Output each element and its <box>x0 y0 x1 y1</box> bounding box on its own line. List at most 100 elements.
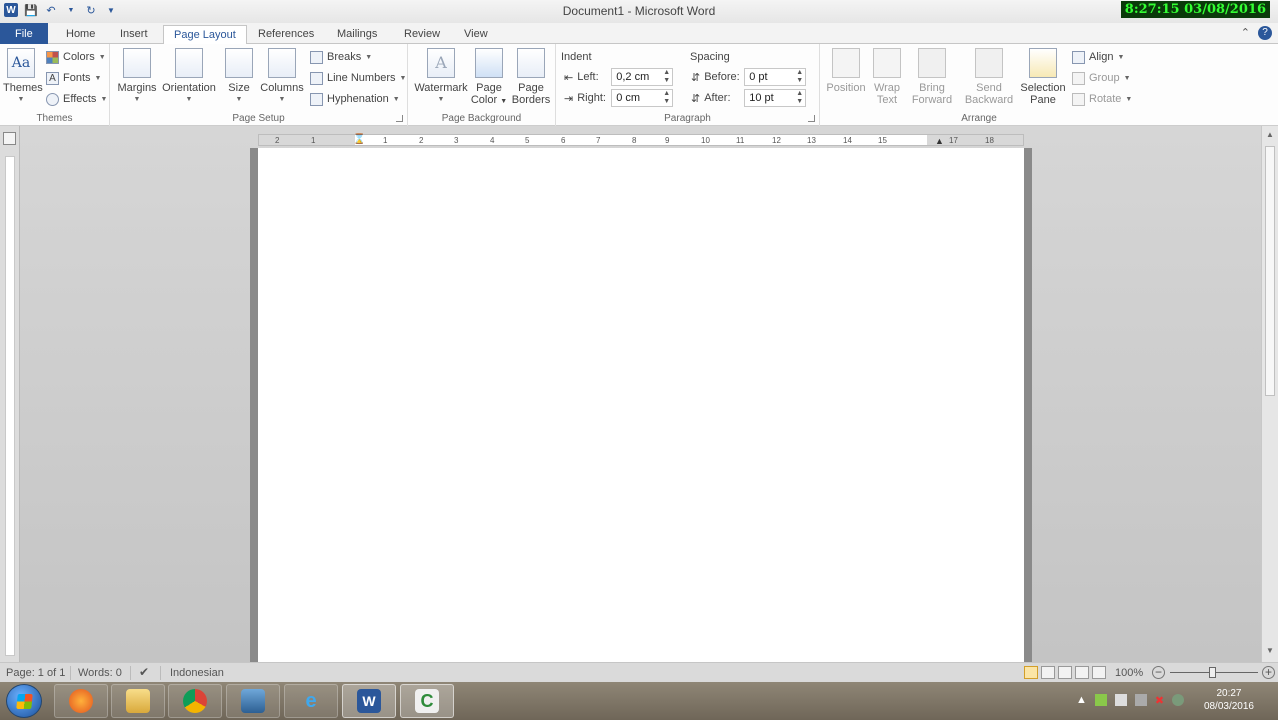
ruler-tick: 2 <box>419 136 424 145</box>
spacing-before-input[interactable]: 0 pt ▲ ▼ <box>744 68 807 86</box>
tray-extra-icon[interactable] <box>1172 694 1185 706</box>
horizontal-ruler[interactable]: 2 1 ⌛ 1 2 3 4 5 6 7 8 9 10 11 12 13 14 1… <box>258 134 1024 146</box>
chrome-icon <box>183 689 207 713</box>
orientation-button[interactable]: Orientation ▼ <box>160 48 218 106</box>
taskbar-camtasia[interactable]: C <box>400 684 454 718</box>
ruler-tick: 4 <box>490 136 495 145</box>
spacing-before-icon: ⇵ <box>691 71 701 84</box>
page-count[interactable]: Page: 1 of 1 <box>6 667 65 679</box>
wrap-text-button[interactable]: Wrap Text <box>870 48 904 106</box>
spinner-icon[interactable]: ▲ ▼ <box>796 69 803 85</box>
scroll-down-icon[interactable]: ▼ <box>1265 646 1275 656</box>
zoom-out-icon[interactable]: − <box>1152 666 1165 679</box>
margins-button[interactable]: Margins ▼ <box>116 48 158 106</box>
paragraph-dialog-launcher[interactable] <box>808 115 815 122</box>
draft-view-icon[interactable] <box>1092 666 1106 679</box>
page-borders-icon <box>517 48 545 78</box>
show-hidden-icons-icon[interactable]: ▲ <box>1076 694 1087 707</box>
volume-muted-icon[interactable]: ✖ <box>1155 694 1164 707</box>
ruler-tick: 2 <box>275 136 280 145</box>
rotate-button[interactable]: Rotate ▼ <box>1072 90 1132 108</box>
tab-file[interactable]: File <box>0 23 48 44</box>
print-layout-view-icon[interactable] <box>1024 666 1038 679</box>
outline-view-icon[interactable] <box>1075 666 1089 679</box>
position-button[interactable]: Position <box>824 48 868 94</box>
spacing-after-input[interactable]: 10 pt ▲ ▼ <box>744 89 807 107</box>
page-setup-dialog-launcher[interactable] <box>396 115 403 122</box>
selection-pane-button[interactable]: Selection Pane <box>1018 48 1068 106</box>
taskbar-file-explorer[interactable] <box>111 684 165 718</box>
size-button[interactable]: Size ▼ <box>224 48 254 106</box>
tab-references[interactable]: References <box>248 25 324 44</box>
window-title: Document1 - Microsoft Word <box>562 4 716 18</box>
spinner-icon[interactable]: ▲ ▼ <box>663 90 670 106</box>
start-button[interactable] <box>6 684 42 718</box>
theme-fonts-button[interactable]: A Fonts ▼ <box>46 69 101 87</box>
network-icon[interactable] <box>1134 694 1147 706</box>
columns-button[interactable]: Columns ▼ <box>259 48 305 106</box>
taskbar-date: 08/03/2016 <box>1203 701 1254 712</box>
indent-right-input[interactable]: 0 cm ▲ ▼ <box>611 89 674 107</box>
chevron-down-icon: ▼ <box>185 96 193 103</box>
line-numbers-button[interactable]: Line Numbers ▼ <box>310 69 406 87</box>
ruler-tick: 1 <box>383 136 388 145</box>
spacing-after-icon: ⇵ <box>691 92 701 105</box>
tab-selector[interactable] <box>3 132 16 145</box>
group-button[interactable]: Group ▼ <box>1072 69 1131 87</box>
tab-review[interactable]: Review <box>394 25 450 44</box>
page-borders-button[interactable]: Page Borders <box>510 48 552 106</box>
hyphenation-button[interactable]: Hyphenation ▼ <box>310 90 400 108</box>
zoom-in-icon[interactable]: + <box>1262 666 1275 679</box>
indent-left-input[interactable]: 0,2 cm ▲ ▼ <box>611 68 674 86</box>
ruler-tick: 5 <box>525 136 530 145</box>
bring-forward-button[interactable]: Bring Forward <box>906 48 958 106</box>
chevron-down-icon: ▼ <box>17 96 25 103</box>
overlay-clock: 8:27:15 03/08/2016 <box>1120 1 1270 18</box>
tab-mailings[interactable]: Mailings <box>327 25 387 44</box>
language-indicator[interactable]: Indonesian <box>170 667 224 679</box>
tab-home[interactable]: Home <box>56 25 105 44</box>
tab-insert[interactable]: Insert <box>110 25 158 44</box>
tab-page-layout[interactable]: Page Layout <box>163 25 247 45</box>
send-backward-icon <box>975 48 1003 78</box>
align-button[interactable]: Align ▼ <box>1072 48 1124 66</box>
group-label-arrange: Arrange <box>961 113 997 124</box>
taskbar-internet-explorer[interactable]: e <box>284 684 338 718</box>
theme-colors-button[interactable]: Colors ▼ <box>46 48 106 66</box>
indent-marker-icon[interactable]: ⌛ <box>353 134 365 145</box>
scroll-up-icon[interactable]: ▲ <box>1265 130 1275 140</box>
taskbar-clock[interactable]: 20:27 08/03/2016 <box>1204 687 1254 713</box>
web-layout-view-icon[interactable] <box>1058 666 1072 679</box>
theme-effects-button[interactable]: Effects ▼ <box>46 90 107 108</box>
spinner-icon[interactable]: ▲ ▼ <box>663 69 670 85</box>
help-icon[interactable]: ? <box>1258 26 1272 40</box>
scrollbar-thumb[interactable] <box>1265 146 1275 396</box>
taskbar-firefox[interactable] <box>54 684 108 718</box>
full-screen-reading-view-icon[interactable] <box>1041 666 1055 679</box>
taskbar-chrome[interactable] <box>168 684 222 718</box>
tab-view[interactable]: View <box>454 25 498 44</box>
spinner-icon[interactable]: ▲ ▼ <box>796 90 803 106</box>
taskbar-network-app[interactable] <box>226 684 280 718</box>
themes-button[interactable]: Aa Themes ▼ <box>3 48 43 106</box>
ruler-tick: 14 <box>843 136 852 145</box>
word-count[interactable]: Words: 0 <box>78 667 122 679</box>
group-label-themes: Themes <box>36 113 73 124</box>
minimize-ribbon-icon[interactable]: ⌃ <box>1241 26 1250 40</box>
right-indent-marker-icon[interactable]: ▲ <box>935 136 944 146</box>
zoom-level[interactable]: 100% <box>1115 667 1143 679</box>
proofing-icon[interactable]: ✔ <box>139 665 149 679</box>
size-icon <box>225 48 253 78</box>
send-backward-button[interactable]: Send Backward <box>960 48 1018 106</box>
breaks-button[interactable]: Breaks ▼ <box>310 48 372 66</box>
computer-icon <box>241 689 265 713</box>
tray-flag-icon[interactable] <box>1114 694 1127 706</box>
effects-icon <box>46 92 59 106</box>
tray-app-icon[interactable] <box>1094 694 1107 706</box>
document-page[interactable] <box>258 148 1024 662</box>
page-color-button[interactable]: Page Color ▼ <box>470 48 508 108</box>
taskbar-word[interactable]: W <box>342 684 396 718</box>
vertical-scrollbar[interactable]: ▲ ▼ <box>1261 126 1278 662</box>
watermark-button[interactable]: A Watermark ▼ <box>414 48 468 106</box>
zoom-slider-knob[interactable] <box>1209 667 1216 678</box>
